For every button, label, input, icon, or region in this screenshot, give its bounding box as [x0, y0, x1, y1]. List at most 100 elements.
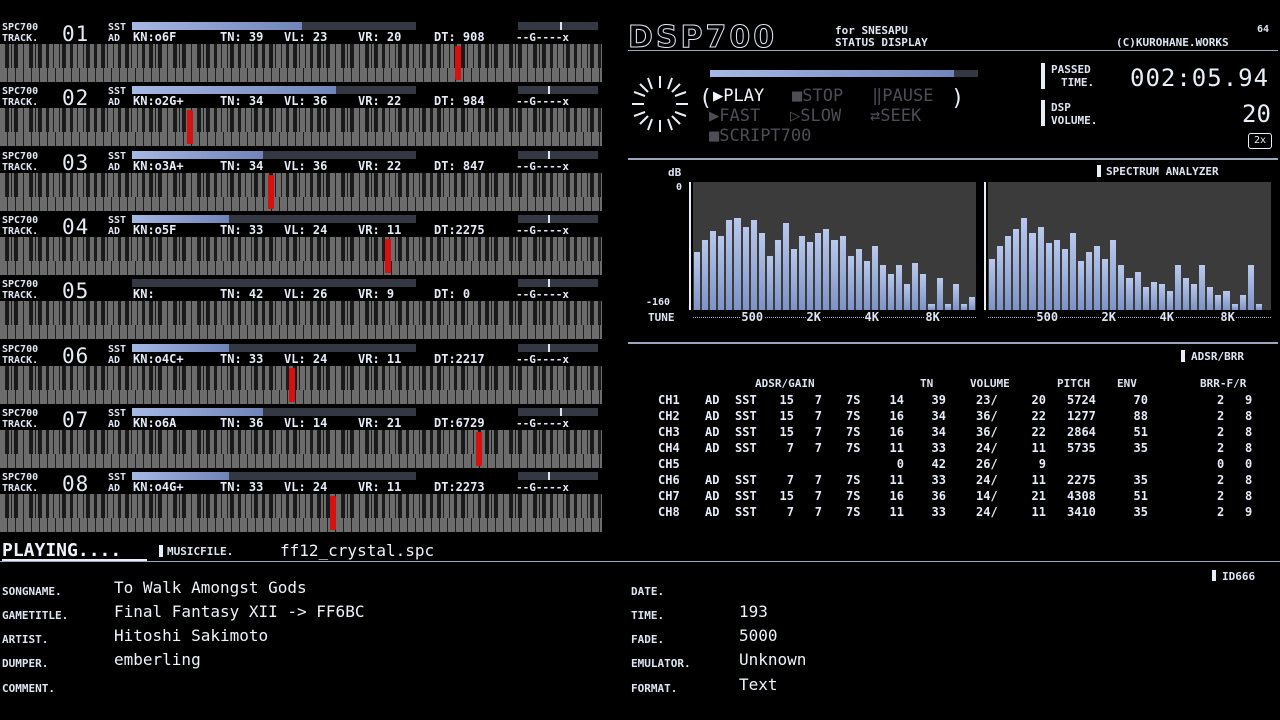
envelope-fill: [132, 472, 229, 481]
spectrum-bar: [863, 261, 870, 310]
playback-progress[interactable]: [710, 70, 978, 77]
track-dt: DT:6729: [434, 415, 485, 430]
section-divider-1: [628, 158, 1278, 160]
spectrum-bar: [807, 242, 814, 310]
track-number: 04: [62, 214, 90, 239]
track-sst: SST: [108, 472, 127, 484]
bracket-right-icon: ): [951, 86, 965, 111]
spectrum-bar: [944, 303, 951, 310]
envelope-bar: [132, 150, 416, 159]
spectrum-marker: [1097, 165, 1101, 177]
adsr-cell-vl: 24/: [976, 441, 998, 455]
track-number: 03: [62, 150, 90, 175]
musicfile-name: ff12_crystal.spc: [280, 541, 435, 560]
track-vr: VR: 11: [358, 351, 402, 366]
track-3[interactable]: SPC700 TRACK. 03 SST AD KN:o3A+ TN: 34 VL: 36 V…: [0, 150, 602, 215]
adsr-cell-vl: 14/: [976, 489, 998, 503]
track-ad: AD: [108, 418, 121, 430]
envelope-bar: [132, 472, 416, 481]
envelope-fill: [132, 407, 263, 416]
track-dt: DT:2217: [434, 351, 485, 366]
app-subtitle-2: STATUS DISPLAY: [835, 36, 928, 49]
stop-button[interactable]: ■STOP: [792, 86, 843, 106]
spectrum-bar: [718, 235, 725, 310]
adsr-cell-tn: 34: [931, 425, 946, 439]
spectrum-bar: [823, 229, 830, 310]
track-vr: VR: 9: [358, 287, 395, 302]
track-7[interactable]: SPC700 TRACK. 07 SST AD KN:o6A TN: 36 VL: 14 VR…: [0, 407, 602, 472]
pan-bar: [518, 279, 598, 288]
piano-keyboard: [0, 108, 602, 147]
pan-bar: [518, 214, 598, 223]
track-vr: VR: 22: [358, 94, 402, 109]
spectrum-bar: [960, 303, 967, 310]
adsr-cell-ad: AD: [705, 393, 720, 407]
track-vr: VR: 11: [358, 222, 402, 237]
track-label: SPC700 TRACK.: [2, 343, 39, 366]
tune-tick: 8K: [1219, 310, 1236, 324]
tune-tick: 8K: [924, 310, 941, 324]
spectrum-bar: [1053, 239, 1060, 310]
spectrum-bar: [1142, 286, 1149, 310]
active-note: [267, 174, 274, 209]
fast-button[interactable]: ▶FAST: [709, 106, 760, 126]
adsr-cell-d: 7: [814, 489, 822, 503]
script700-button[interactable]: ■SCRIPT700: [709, 126, 811, 146]
track-vl: VL: 36: [284, 158, 328, 173]
time-label-meta: TIME.: [631, 609, 665, 622]
spectrum-bar: [1118, 265, 1125, 310]
adsr-cell-a: 15: [779, 425, 794, 439]
track-pan: --G----x: [516, 416, 569, 430]
passed-time: 002:05.94: [1130, 64, 1270, 92]
track-key: KN:o2G+: [133, 94, 184, 109]
spectrum-bar: [952, 284, 959, 310]
track-8[interactable]: SPC700 TRACK. 08 SST AD KN:o4G+ TN: 33 VL: 24 V…: [0, 472, 602, 536]
volume-multiplier[interactable]: 2x: [1248, 133, 1272, 149]
adsr-cell-s: 7S: [846, 393, 861, 407]
track-sst: SST: [108, 86, 127, 98]
spectrum-right: [988, 182, 1271, 310]
track-5[interactable]: SPC700 TRACK. 05 KN: TN: 42 VL: 26 VR: 9 DT: 0…: [0, 279, 602, 343]
track-pan: --G----x: [516, 352, 569, 366]
seek-button[interactable]: ⇄SEEK: [870, 106, 921, 126]
env-col-header: ENV: [1117, 377, 1137, 390]
active-note: [329, 496, 336, 531]
adsr-cell-r: 16: [889, 425, 904, 439]
adsr-cell-vl: 36/: [976, 425, 998, 439]
track-6[interactable]: SPC700 TRACK. 06 SST AD KN:o4C+ TN: 33 VL: 24 V…: [0, 343, 602, 408]
play-icon: ▶: [713, 86, 724, 106]
adsr-cell-bf: 2: [1217, 441, 1225, 455]
gametitle-value: Final Fantasy XII -> FF6BC: [114, 602, 365, 621]
track-vl: VL: 26: [284, 287, 328, 302]
adsr-col-header: ADSR/GAIN: [755, 377, 815, 390]
adsr-cell-bf: 2: [1217, 425, 1225, 439]
spectrum-title: SPECTRUM ANALYZER: [1106, 165, 1219, 178]
emulator-value: Unknown: [739, 650, 807, 669]
spectrum-bar: [1013, 229, 1020, 310]
play-button[interactable]: ▶PLAY: [713, 86, 764, 106]
adsr-cell-bf: 2: [1217, 473, 1225, 487]
spectrum-bar: [742, 226, 749, 310]
track-1[interactable]: SPC700 TRACK. 01 SST AD KN:o6F TN: 39 VL: 23 VR…: [0, 22, 602, 86]
adsr-cell-ch: CH8: [658, 505, 680, 519]
tune-tick: 4K: [863, 310, 880, 324]
songname-value: To Walk Amongst Gods: [114, 578, 307, 597]
track-2[interactable]: SPC700 TRACK. 02 SST AD KN:o2G+ TN: 34 VL: 36 V…: [0, 86, 602, 150]
track-number: 07: [62, 407, 90, 432]
pause-button[interactable]: ‖PAUSE: [872, 86, 933, 106]
adsr-cell-d: 7: [814, 409, 822, 423]
playback-progress-fill: [710, 70, 954, 77]
spectrum-bar: [831, 239, 838, 310]
active-note: [186, 110, 193, 145]
spectrum-bar: [888, 274, 895, 310]
dumper-label: DUMPER.: [2, 657, 49, 670]
adsr-cell-br: 8: [1245, 489, 1253, 503]
track-sst: SST: [108, 22, 127, 33]
track-number: 08: [62, 472, 90, 497]
adsr-cell-pitch: 2275: [1067, 473, 1096, 487]
adsr-cell-sst: SST: [735, 441, 757, 455]
slow-button[interactable]: ▷SLOW: [790, 106, 841, 126]
spectrum-bar: [791, 248, 798, 310]
track-tn: TN: 33: [220, 351, 264, 366]
track-4[interactable]: SPC700 TRACK. 04 SST AD KN:o5F TN: 33 VL: 24 VR…: [0, 214, 602, 279]
